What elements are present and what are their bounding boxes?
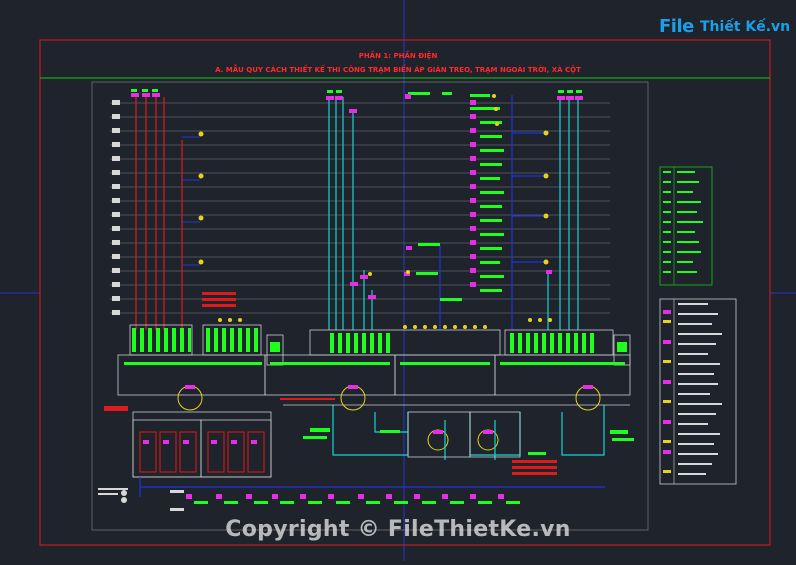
legend-table-green <box>659 166 713 286</box>
switchgear-yellow-dots <box>218 318 552 329</box>
bottom-feeder-magenta <box>186 494 504 499</box>
middle-cyan-bus <box>328 97 373 330</box>
middle-branch-labels <box>327 90 582 301</box>
lower-cyan-distribution <box>332 405 605 460</box>
transformer-magenta <box>185 385 593 434</box>
blue-feeder-spine <box>439 95 545 330</box>
horizontal-rows <box>110 102 610 314</box>
branch-yellow-symbols <box>368 94 549 276</box>
left-tap-symbols <box>198 131 204 265</box>
lower-left-panels <box>132 411 272 478</box>
inner-frame <box>91 81 649 531</box>
brand-logo[interactable]: File Thiết Kế.vn <box>655 14 790 42</box>
row-markers <box>112 100 120 315</box>
transformer-symbols <box>177 385 601 451</box>
bottom-blue-bus <box>139 477 605 497</box>
lower-white-distribution <box>283 404 630 458</box>
right-cyan-bus <box>547 97 579 330</box>
lower-left-red-wiring <box>139 431 265 473</box>
switchgear-green-blocks <box>124 328 627 365</box>
lower-green-labels <box>303 428 634 455</box>
legend-table-white <box>659 298 737 485</box>
bottom-feeder-green <box>194 501 520 504</box>
drawing-frame <box>39 39 771 546</box>
middle-branch-magenta <box>326 94 583 299</box>
logo-file-text: File <box>659 16 694 37</box>
logo-rest-text: Thiết Kế.vn <box>700 19 791 35</box>
cad-drawing-canvas <box>0 0 796 561</box>
drawing-title-line2: A. MẪU QUY CÁCH THIẾT KẾ THI CÔNG TRẠM B… <box>215 66 581 74</box>
left-red-bus <box>135 97 183 330</box>
left-bus-labels <box>131 93 160 97</box>
copyright-watermark: Copyright © FileThietKe.vn <box>225 517 571 542</box>
drawing-title-line1: PHẦN 1: PHẦN ĐIỆN <box>358 52 438 60</box>
left-bus-green <box>131 89 158 92</box>
bottom-left-markers <box>98 488 184 511</box>
